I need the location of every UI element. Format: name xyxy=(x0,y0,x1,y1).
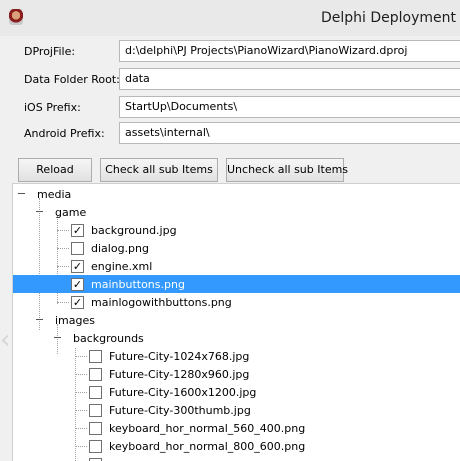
title-bar: Delphi Deployment xyxy=(0,0,460,36)
tree-node-keyboard-560[interactable]: keyboard_hor_normal_560_400.png xyxy=(13,419,460,437)
android-prefix-input[interactable]: assets\internal\ xyxy=(119,122,460,144)
tree-node-label: Future-City-1024x768.jpg xyxy=(109,350,250,363)
collapse-icon[interactable] xyxy=(17,190,26,199)
tree-node-mainlogowithbuttons-png[interactable]: ✓ mainlogowithbuttons.png xyxy=(13,293,460,311)
ios-prefix-input[interactable]: StartUp\Documents\ xyxy=(119,96,460,118)
android-prefix-label: Android Prefix: xyxy=(24,127,105,140)
reload-button[interactable]: Reload xyxy=(18,158,92,182)
tree-node-partial[interactable] xyxy=(13,455,460,461)
checkbox-unchecked[interactable] xyxy=(89,368,102,381)
checkbox-unchecked[interactable] xyxy=(89,386,102,399)
file-tree[interactable]: media game ✓ background.jpg dialog.png ✓… xyxy=(12,183,460,461)
tree-node-engine-xml[interactable]: ✓ engine.xml xyxy=(13,257,460,275)
tree-node-label: mainlogowithbuttons.png xyxy=(91,296,232,309)
tree-node-media[interactable]: media xyxy=(13,185,460,203)
checkbox-unchecked[interactable] xyxy=(89,422,102,435)
tree-node-label: background.jpg xyxy=(91,224,177,237)
android-prefix-row: Android Prefix: assets\internal\ xyxy=(0,122,460,146)
collapse-icon[interactable] xyxy=(53,334,62,343)
tree-node-future-city-1600[interactable]: Future-City-1600x1200.jpg xyxy=(13,383,460,401)
tree-node-label: keyboard_hor_normal_800_600.png xyxy=(109,440,306,453)
checkbox-checked[interactable]: ✓ xyxy=(71,224,84,237)
chevron-left-icon[interactable]: ‹ xyxy=(0,327,26,353)
tree-node-label: game xyxy=(55,206,87,219)
collapse-icon[interactable] xyxy=(35,316,44,325)
checkbox-unchecked[interactable] xyxy=(89,350,102,363)
checkbox-checked[interactable]: ✓ xyxy=(71,260,84,273)
tree-node-label: engine.xml xyxy=(91,260,153,273)
checkbox-checked[interactable]: ✓ xyxy=(71,278,84,291)
data-folder-label: Data Folder Root: xyxy=(24,73,120,86)
tree-node-label: backgrounds xyxy=(73,332,144,345)
tree-node-label: images xyxy=(55,314,95,327)
tree-node-mainbuttons-png[interactable]: ✓ mainbuttons.png xyxy=(13,275,460,293)
tree-node-label: keyboard_hor_normal_560_400.png xyxy=(109,422,306,435)
data-folder-row: Data Folder Root: data xyxy=(0,68,460,92)
tree-node-images[interactable]: images xyxy=(13,311,460,329)
tree-node-future-city-1280[interactable]: Future-City-1280x960.jpg xyxy=(13,365,460,383)
tree-node-label: Future-City-1600x1200.jpg xyxy=(109,386,257,399)
tree-node-future-city-1024[interactable]: Future-City-1024x768.jpg xyxy=(13,347,460,365)
app-icon xyxy=(9,9,23,25)
checkbox-checked[interactable]: ✓ xyxy=(71,296,84,309)
data-folder-input[interactable]: data xyxy=(119,68,460,90)
dproj-row: DProjFile: d:\delphi\PJ Projects\PianoWi… xyxy=(0,40,460,64)
tree-node-label: media xyxy=(37,188,72,201)
dproj-input[interactable]: d:\delphi\PJ Projects\PianoWizard\PianoW… xyxy=(119,40,460,62)
tree-node-label: Future-City-300thumb.jpg xyxy=(109,404,251,417)
dproj-label: DProjFile: xyxy=(24,45,76,58)
tree-node-label: mainbuttons.png xyxy=(91,278,185,291)
ios-prefix-row: iOS Prefix: StartUp\Documents\ xyxy=(0,96,460,120)
checkbox-unchecked[interactable] xyxy=(89,404,102,417)
window-title: Delphi Deployment xyxy=(320,10,456,26)
tree-node-background-jpg[interactable]: ✓ background.jpg xyxy=(13,221,460,239)
tree-node-label: dialog.png xyxy=(91,242,149,255)
tree-node-future-city-300thumb[interactable]: Future-City-300thumb.jpg xyxy=(13,401,460,419)
check-all-button[interactable]: Check all sub Items xyxy=(100,158,218,182)
tree-node-backgrounds[interactable]: backgrounds xyxy=(13,329,460,347)
tree-node-game[interactable]: game xyxy=(13,203,460,221)
collapse-icon[interactable] xyxy=(35,208,44,217)
ios-prefix-label: iOS Prefix: xyxy=(24,101,81,114)
checkbox-unchecked[interactable] xyxy=(89,440,102,453)
tree-node-dialog-png[interactable]: dialog.png xyxy=(13,239,460,257)
checkbox-unchecked[interactable] xyxy=(71,242,84,255)
uncheck-all-button[interactable]: Uncheck all sub Items xyxy=(226,158,348,182)
tree-node-label: Future-City-1280x960.jpg xyxy=(109,368,250,381)
tree-node-keyboard-800[interactable]: keyboard_hor_normal_800_600.png xyxy=(13,437,460,455)
